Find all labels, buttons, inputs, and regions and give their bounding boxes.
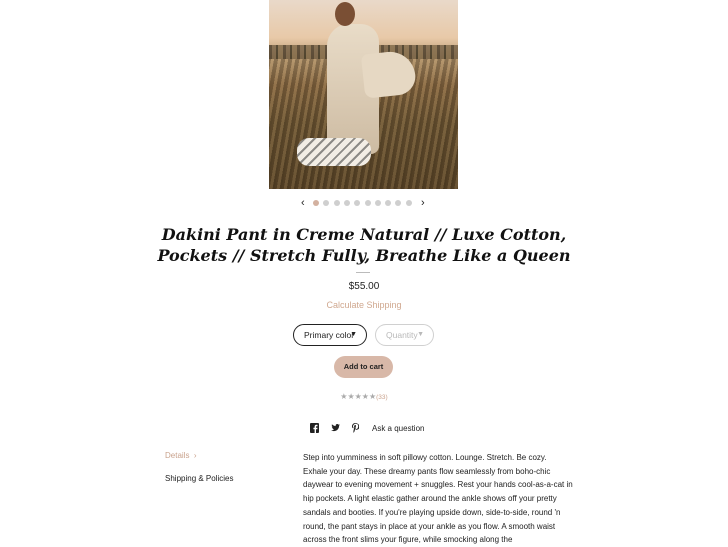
chevron-right-icon: › [193, 451, 197, 460]
product-title: Dakini Pant in Creme Natural // Luxe Cot… [157, 225, 571, 265]
calculate-shipping-link[interactable]: Calculate Shipping [0, 300, 728, 310]
quantity-select[interactable]: Quantity ▼ [375, 324, 434, 346]
pinterest-icon[interactable] [352, 423, 359, 435]
ask-question-link[interactable]: Ask a question [372, 423, 424, 435]
primary-color-select[interactable]: Primary color ▼ [293, 324, 367, 346]
facebook-icon[interactable] [310, 423, 319, 435]
carousel-dot[interactable] [405, 200, 412, 206]
chevron-right-icon[interactable]: › [421, 197, 425, 209]
carousel-dot[interactable] [313, 200, 319, 206]
product-description: Step into yumminess in soft pillowy cott… [303, 453, 573, 545]
photo-blanket [297, 138, 371, 166]
product-price: $55.00 [348, 281, 380, 292]
carousel-dot[interactable] [364, 200, 371, 206]
carousel-dot[interactable] [343, 200, 350, 206]
tab-details[interactable]: Details › [165, 451, 197, 460]
twitter-icon[interactable] [331, 424, 340, 436]
tab-shipping-policies[interactable]: Shipping & Policies [165, 474, 233, 483]
primary-color-label: Primary color [304, 330, 355, 340]
add-to-cart-button[interactable]: Add to cart [334, 356, 393, 378]
rating[interactable]: ★★★★★(33) [0, 392, 728, 401]
review-count: (33) [376, 394, 388, 401]
carousel-dot[interactable] [354, 200, 361, 206]
image-carousel-nav: ‹ › [0, 197, 728, 209]
carousel-dot[interactable] [333, 200, 340, 206]
tab-details-label: Details [165, 451, 190, 460]
rating-stars: ★★★★★ [340, 392, 377, 401]
carousel-dot[interactable] [323, 200, 330, 206]
photo-model-head [335, 2, 355, 26]
product-photo[interactable] [269, 0, 458, 189]
carousel-dot[interactable] [385, 200, 392, 206]
chevron-left-icon[interactable]: ‹ [301, 197, 305, 209]
carousel-dot[interactable] [395, 200, 402, 206]
title-divider [356, 272, 370, 273]
caret-down-icon: ▼ [417, 331, 424, 338]
carousel-dot[interactable] [374, 200, 381, 206]
caret-down-icon: ▼ [350, 331, 357, 338]
quantity-label: Quantity [386, 330, 418, 340]
